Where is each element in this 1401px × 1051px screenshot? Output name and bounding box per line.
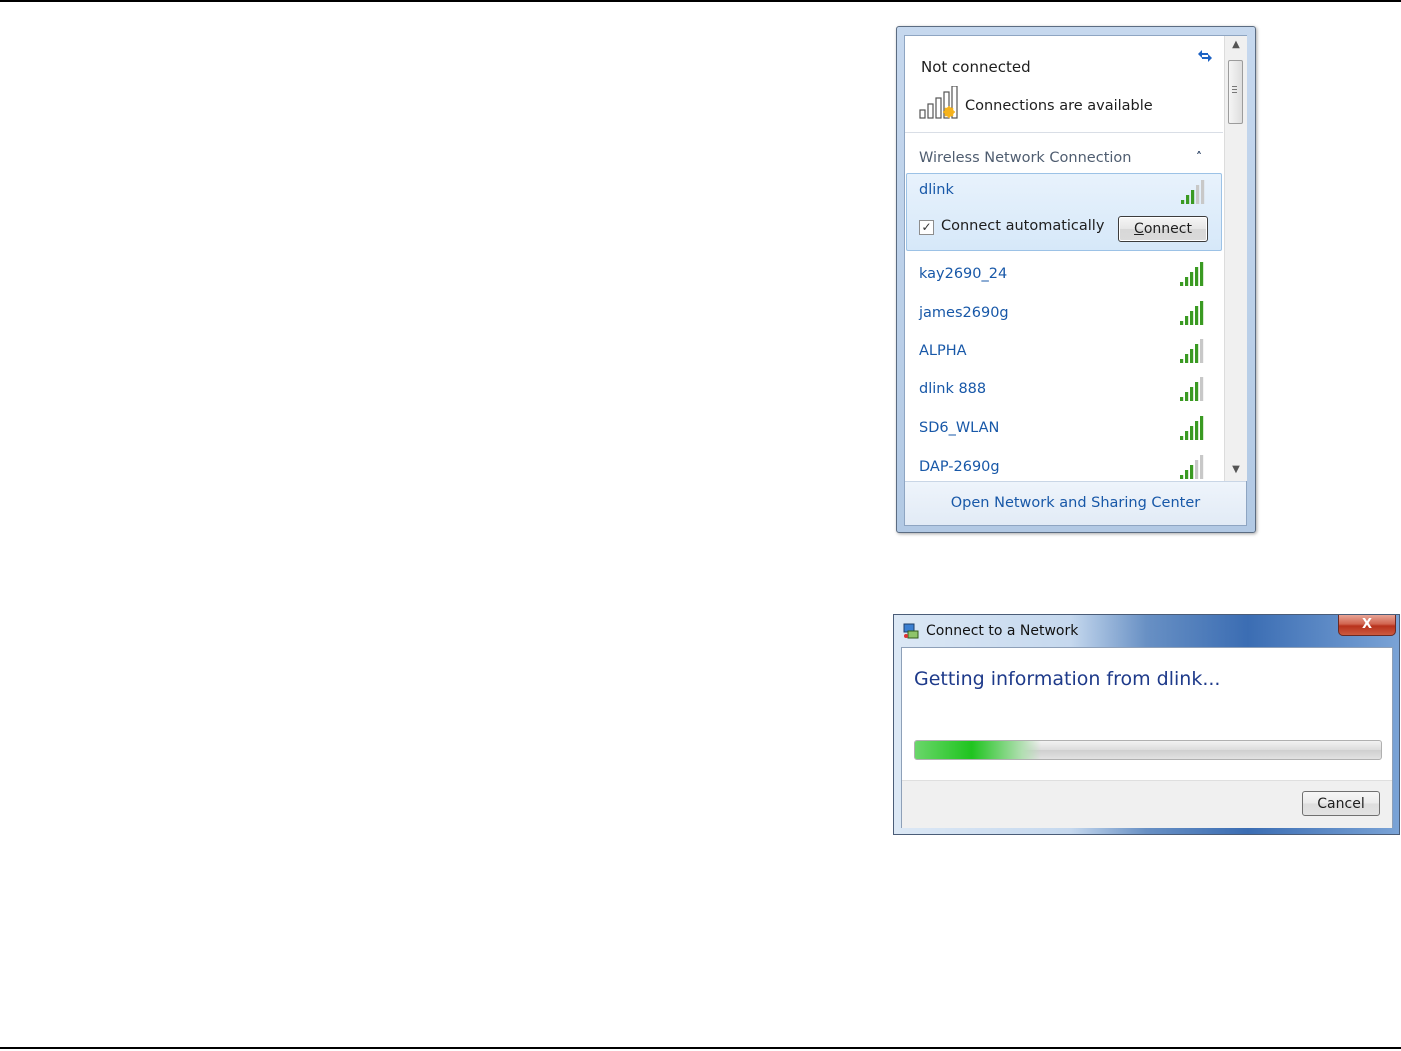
connect-button-access-key: C [1134, 221, 1144, 237]
top-rule [0, 0, 1401, 2]
signal-bar [1195, 267, 1199, 286]
vertical-scrollbar[interactable]: ▲ ▼ [1224, 36, 1247, 481]
close-button[interactable]: X [1338, 615, 1396, 636]
network-dialog-icon [902, 622, 920, 640]
cancel-button[interactable]: Cancel [1302, 791, 1380, 816]
signal-bar [1200, 301, 1204, 325]
signal-bar [1180, 282, 1184, 286]
signal-strength-icon [1178, 262, 1206, 286]
signal-bar [1191, 190, 1195, 204]
chevron-up-icon[interactable]: ˄ [1196, 150, 1202, 164]
network-name: SD6_WLAN [919, 420, 1000, 436]
network-name: DAP-2690g [919, 459, 1000, 475]
signal-bar [1185, 316, 1189, 325]
selected-network-item[interactable]: dlink ✓ Connect automatically Connect [906, 173, 1222, 251]
signal-bar [1190, 272, 1194, 286]
signal-strength-icon [1178, 377, 1206, 401]
dialog-body: Getting information from dlink... Cancel [901, 647, 1393, 828]
section-header[interactable]: Wireless Network Connection [919, 150, 1131, 166]
flyout-footer: Open Network and Sharing Center [905, 481, 1246, 525]
signal-bar [1196, 185, 1200, 204]
refresh-icon[interactable] [1195, 46, 1215, 66]
signal-bar [1190, 387, 1194, 401]
signal-bar [1190, 465, 1194, 479]
signal-bar [1185, 277, 1189, 286]
signal-bar [1195, 382, 1199, 401]
signal-bar [1186, 195, 1190, 204]
signal-bar [1185, 431, 1189, 440]
connection-status-title: Not connected [921, 58, 1031, 76]
signal-bar [1200, 416, 1204, 440]
scroll-up-icon[interactable]: ▲ [1225, 36, 1247, 54]
signal-bar [1200, 262, 1204, 286]
scrollbar-grip-icon [1232, 86, 1237, 95]
network-name: dlink [919, 182, 954, 198]
network-flyout: Not connected Connections are available … [896, 26, 1256, 533]
signal-bar [1180, 397, 1184, 401]
signal-bar [1195, 306, 1199, 325]
signal-bar [1200, 339, 1204, 363]
signal-bar [1195, 460, 1199, 479]
connect-button[interactable]: Connect [1118, 216, 1208, 242]
progress-fill [915, 741, 1041, 759]
connect-automatically-label: Connect automatically [941, 218, 1105, 234]
dialog-title: Connect to a Network [926, 623, 1079, 639]
signal-bar [1180, 436, 1184, 440]
signal-strength-icon [1179, 180, 1207, 204]
wireless-available-icon [919, 85, 959, 120]
bottom-rule [0, 1047, 1401, 1049]
connect-to-network-dialog: Connect to a Network X Getting informati… [893, 614, 1400, 835]
dialog-button-bar: Cancel [902, 780, 1392, 828]
signal-bar [1190, 426, 1194, 440]
network-list-area: Not connected Connections are available … [905, 36, 1223, 481]
network-name: james2690g [919, 305, 1009, 321]
signal-bar [1180, 475, 1184, 479]
network-name: kay2690_24 [919, 266, 1008, 282]
signal-bar [1181, 200, 1185, 204]
connections-available-text: Connections are available [965, 98, 1153, 114]
scroll-down-icon[interactable]: ▼ [1225, 461, 1247, 479]
signal-bar [1185, 354, 1189, 363]
signal-bar [1200, 455, 1204, 479]
network-name: ALPHA [919, 343, 967, 359]
signal-bar [1200, 377, 1204, 401]
signal-bar [1195, 421, 1199, 440]
dialog-message: Getting information from dlink... [914, 668, 1221, 690]
signal-strength-icon [1178, 301, 1206, 325]
connect-button-label-rest: onnect [1143, 221, 1192, 237]
signal-bar [1180, 321, 1184, 325]
signal-bar [1185, 470, 1189, 479]
signal-strength-icon [1178, 339, 1206, 363]
signal-strength-icon [1178, 455, 1206, 479]
signal-bar [1201, 180, 1205, 204]
connect-automatically-checkbox[interactable]: ✓ [919, 220, 934, 235]
signal-bar [1195, 344, 1199, 363]
network-name: dlink 888 [919, 381, 987, 397]
signal-bar [1180, 359, 1184, 363]
signal-bar [1190, 311, 1194, 325]
signal-strength-icon [1178, 416, 1206, 440]
flyout-panel: Not connected Connections are available … [904, 35, 1247, 526]
open-network-sharing-center-link[interactable]: Open Network and Sharing Center [905, 495, 1246, 511]
signal-bar [1190, 349, 1194, 363]
progress-bar [914, 740, 1382, 760]
signal-bar [1185, 392, 1189, 401]
divider [905, 132, 1223, 133]
